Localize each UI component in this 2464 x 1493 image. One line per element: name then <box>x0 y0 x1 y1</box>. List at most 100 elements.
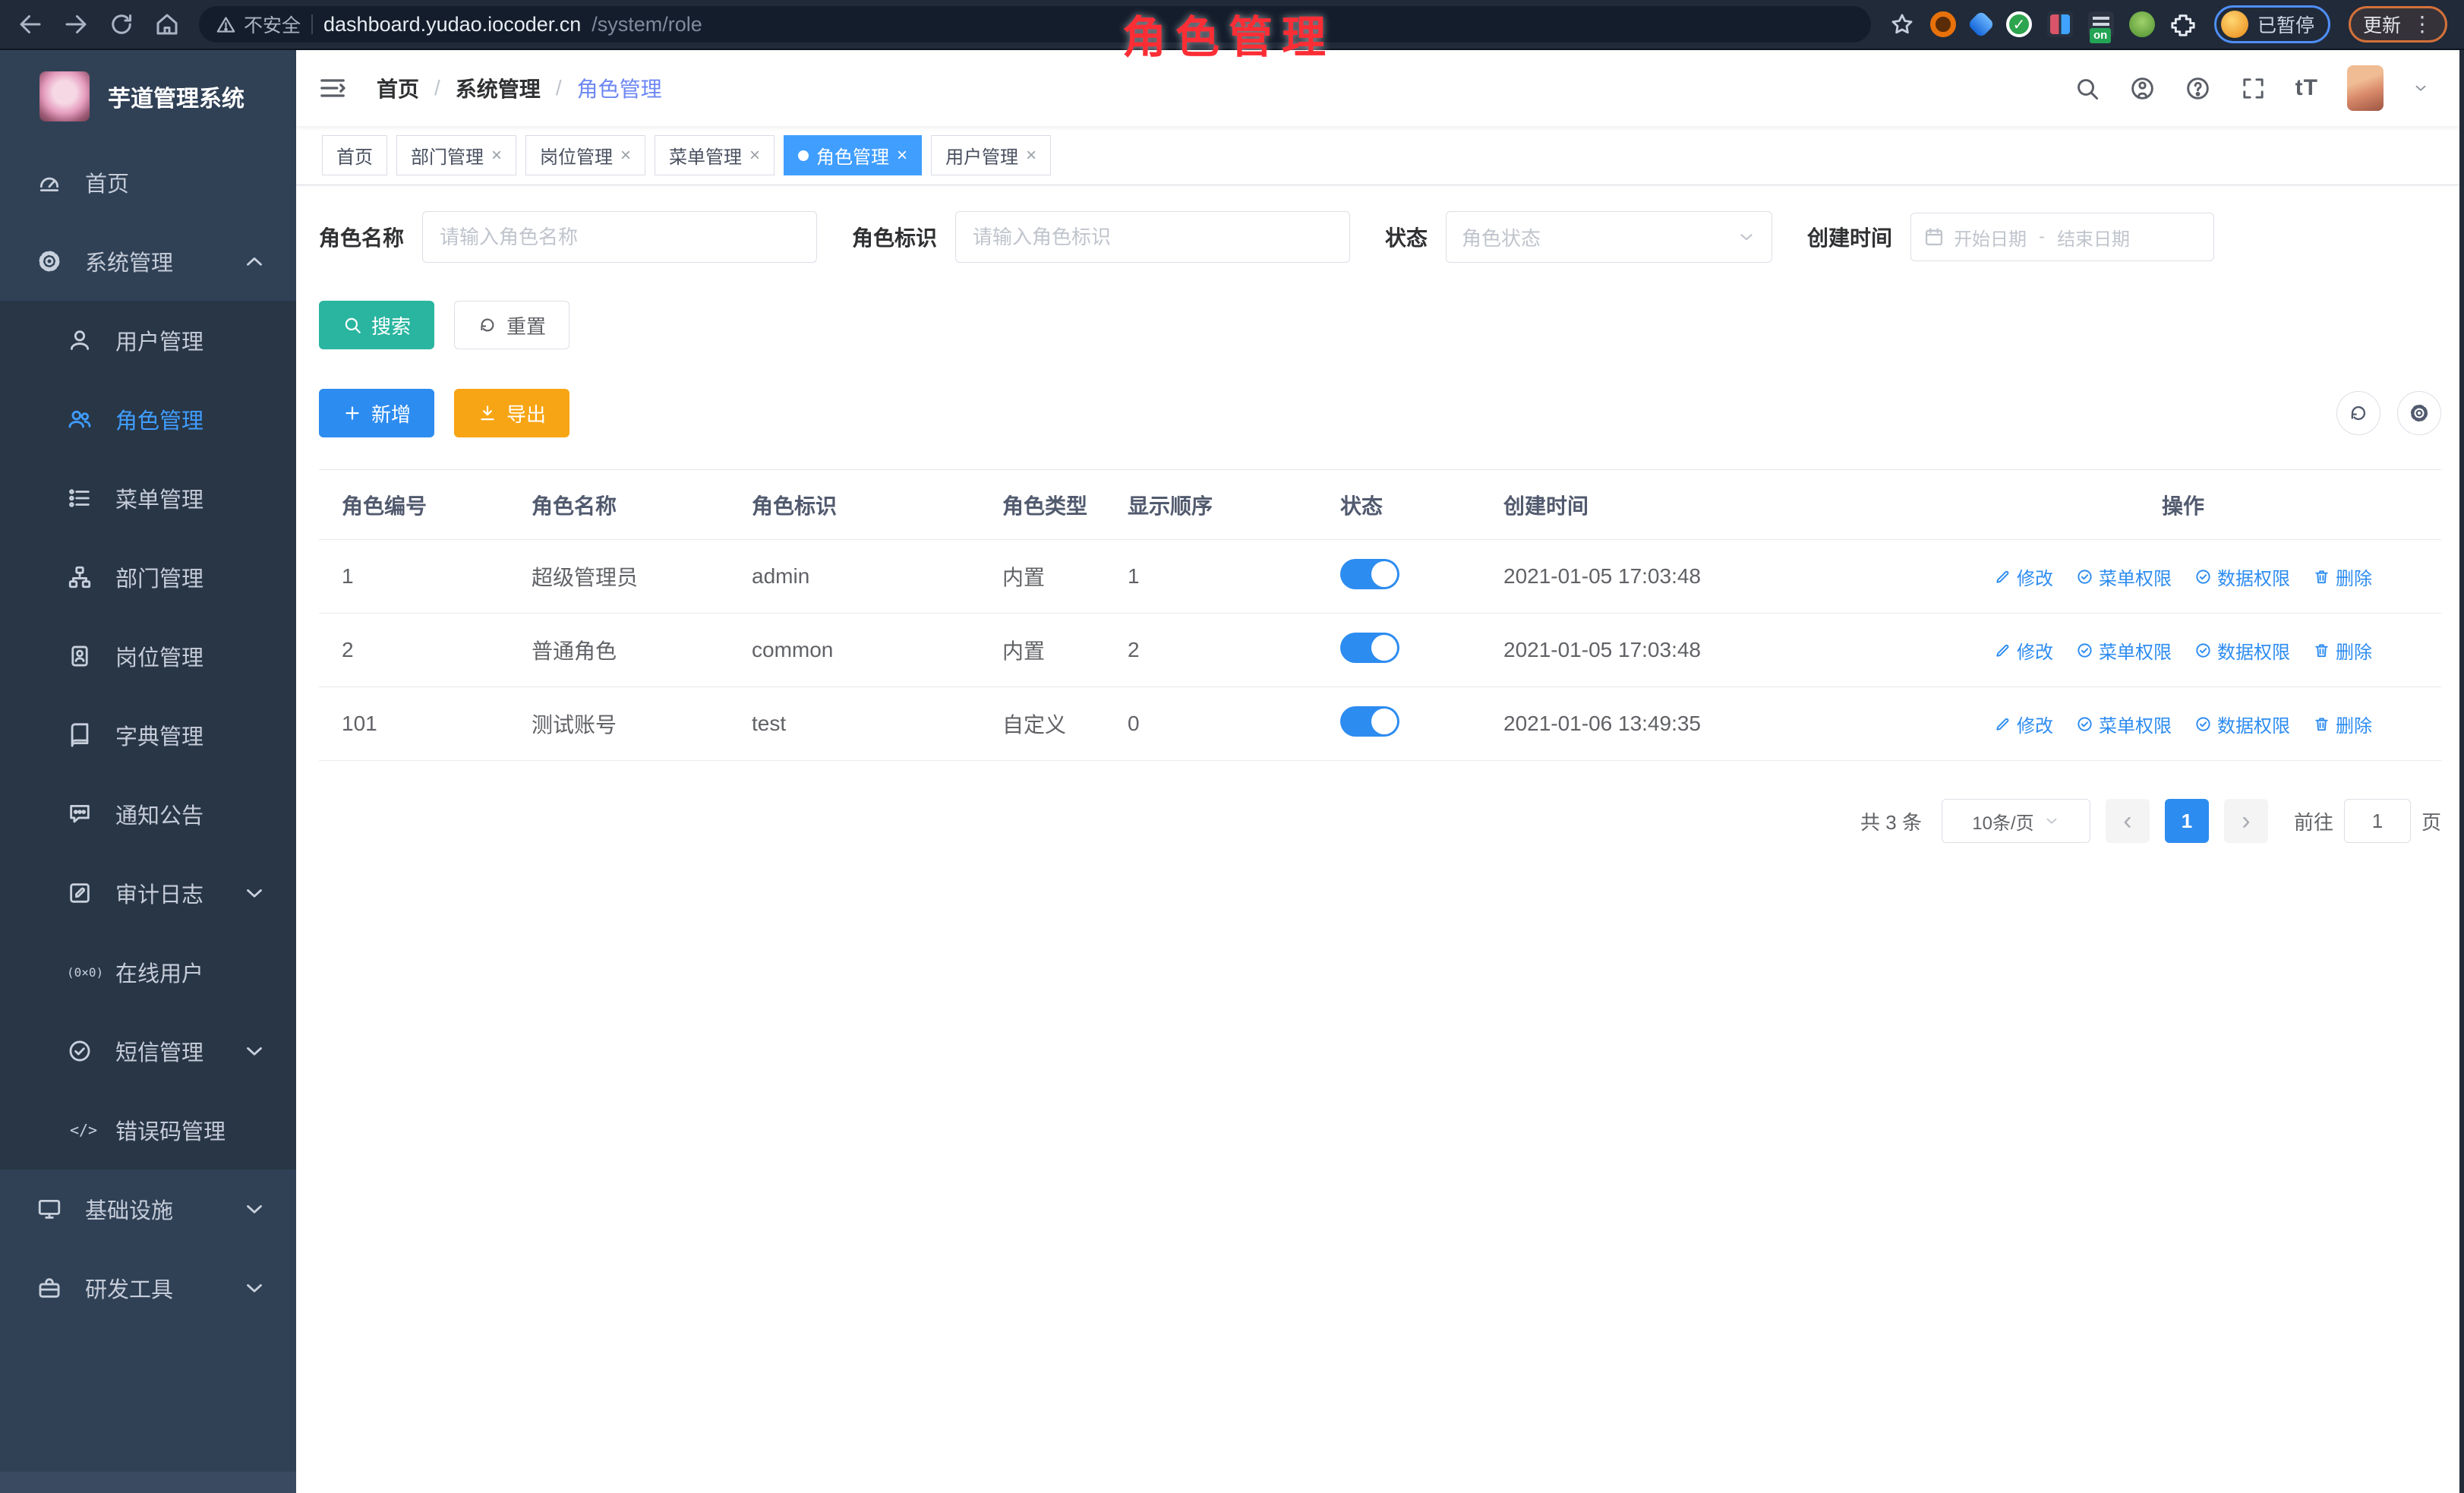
status-toggle[interactable] <box>1340 559 1399 589</box>
trash-icon <box>2313 568 2330 586</box>
edit-link[interactable]: 修改 <box>1994 637 2053 664</box>
tab-user[interactable]: 用户管理 × <box>931 135 1051 175</box>
close-icon[interactable]: × <box>1026 147 1036 165</box>
menu-permission-link[interactable]: 菜单权限 <box>2076 563 2172 590</box>
tab-department[interactable]: 部门管理 × <box>396 135 516 175</box>
browser-menu-icon[interactable]: ⋮ <box>2412 14 2433 35</box>
reset-button[interactable]: 重置 <box>454 301 569 349</box>
github-icon[interactable] <box>2129 75 2156 102</box>
prev-page-button[interactable]: ‹ <box>2106 799 2150 843</box>
help-icon[interactable] <box>2185 75 2211 102</box>
delete-link[interactable]: 删除 <box>2313 711 2372 737</box>
browser-forward-icon[interactable] <box>62 11 90 38</box>
extension-icon[interactable]: ✓ <box>2006 11 2032 37</box>
next-page-button[interactable]: › <box>2224 799 2268 843</box>
chevron-down-icon <box>241 880 267 906</box>
delete-link[interactable]: 删除 <box>2313 637 2372 664</box>
sidebar-item-devtools[interactable]: 研发工具 <box>0 1248 296 1327</box>
sidebar-item-infrastructure[interactable]: 基础设施 <box>0 1169 296 1248</box>
close-icon[interactable]: × <box>897 147 907 165</box>
pencil-icon <box>1994 642 2011 659</box>
sidebar-item-dictionary-management[interactable]: 字典管理 <box>0 696 296 775</box>
bookmark-star-icon[interactable] <box>1889 11 1915 37</box>
top-navbar: 首页 / 系统管理 / 角色管理 tT <box>296 50 2464 126</box>
browser-update-button[interactable]: 更新 ⋮ <box>2349 6 2447 43</box>
breadcrumb-system[interactable]: 系统管理 <box>456 73 541 103</box>
sidebar-item-announcement[interactable]: 通知公告 <box>0 775 296 854</box>
tab-post[interactable]: 岗位管理 × <box>525 135 645 175</box>
sidebar-item-role-management[interactable]: 角色管理 <box>0 380 296 459</box>
sidebar-item-audit-log[interactable]: 审计日志 <box>0 854 296 933</box>
data-permission-link[interactable]: 数据权限 <box>2194 563 2290 590</box>
column-header: 状态 <box>1317 490 1481 520</box>
data-permission-link[interactable]: 数据权限 <box>2194 711 2290 737</box>
fullscreen-icon[interactable] <box>2240 75 2267 102</box>
address-bar[interactable]: 不安全 dashboard.yudao.iocoder.cn /system/r… <box>199 6 1871 43</box>
role-name-input[interactable] <box>422 211 817 263</box>
edit-link[interactable]: 修改 <box>1994 711 2053 737</box>
breadcrumb-separator: / <box>434 76 440 100</box>
browser-back-icon[interactable] <box>17 11 44 38</box>
page-size-select[interactable]: 10条/页 <box>1942 799 2090 843</box>
security-warning[interactable]: 不安全 <box>216 11 301 38</box>
search-button[interactable]: 搜索 <box>319 301 434 349</box>
address-divider <box>311 14 313 34</box>
tab-label: 部门管理 <box>411 142 484 169</box>
chevron-down-icon[interactable] <box>2412 80 2429 96</box>
sidebar-logo[interactable]: 芋道管理系统 <box>0 50 296 143</box>
edit-link[interactable]: 修改 <box>1994 563 2053 590</box>
date-range-picker[interactable]: 开始日期 - 结束日期 <box>1910 213 2214 261</box>
column-settings-button[interactable] <box>2397 391 2441 435</box>
sidebar-item-system-management[interactable]: 系统管理 <box>0 222 296 301</box>
circle-check-icon <box>2076 642 2093 659</box>
extension-icon[interactable] <box>1930 11 1956 37</box>
page-1-button[interactable]: 1 <box>2165 799 2209 843</box>
add-button[interactable]: 新增 <box>319 389 434 437</box>
tab-label: 首页 <box>336 142 373 169</box>
delete-link[interactable]: 删除 <box>2313 563 2372 590</box>
refresh-table-button[interactable] <box>2336 391 2380 435</box>
extension-icon[interactable] <box>2129 11 2155 37</box>
status-select[interactable]: 角色状态 <box>1446 211 1772 263</box>
data-permission-link[interactable]: 数据权限 <box>2194 637 2290 664</box>
close-icon[interactable]: × <box>749 147 760 165</box>
hamburger-icon[interactable] <box>317 73 348 103</box>
tab-menu[interactable]: 菜单管理 × <box>655 135 775 175</box>
status-toggle[interactable] <box>1340 706 1399 737</box>
warning-icon <box>216 14 236 35</box>
sidebar-item-online-users[interactable]: (0×0) 在线用户 <box>0 933 296 1012</box>
browser-profile-chip[interactable]: 已暂停 <box>2214 5 2330 43</box>
sidebar-item-post-management[interactable]: 岗位管理 <box>0 617 296 696</box>
breadcrumb-home[interactable]: 首页 <box>377 73 419 103</box>
sidebar-item-department-management[interactable]: 部门管理 <box>0 538 296 617</box>
sidebar-item-user-management[interactable]: 用户管理 <box>0 301 296 380</box>
extension-icon[interactable]: on <box>2088 11 2114 37</box>
main-area: 首页 / 系统管理 / 角色管理 tT 首页 部门管理 <box>296 50 2464 1493</box>
circle-check-icon <box>2076 568 2093 586</box>
tab-role-active[interactable]: 角色管理 × <box>784 135 922 175</box>
export-button[interactable]: 导出 <box>454 389 569 437</box>
extensions-puzzle-icon[interactable] <box>2170 11 2196 37</box>
close-icon[interactable]: × <box>491 147 502 165</box>
extension-icon[interactable] <box>2047 11 2073 37</box>
font-size-icon[interactable]: tT <box>2295 75 2318 101</box>
extension-icon[interactable] <box>1967 11 1995 39</box>
sidebar-item-menu-management[interactable]: 菜单管理 <box>0 459 296 538</box>
status-toggle[interactable] <box>1340 633 1399 663</box>
browser-extensions-tray: ✓ on <box>1889 11 2196 37</box>
role-key-input[interactable] <box>955 211 1350 263</box>
user-avatar[interactable] <box>2347 65 2384 111</box>
search-icon[interactable] <box>2074 75 2100 102</box>
menu-permission-link[interactable]: 菜单权限 <box>2076 637 2172 664</box>
cell-role-id: 101 <box>319 712 509 736</box>
menu-permission-link[interactable]: 菜单权限 <box>2076 711 2172 737</box>
goto-page-input[interactable] <box>2344 799 2411 843</box>
sidebar-item-sms-management[interactable]: 短信管理 <box>0 1012 296 1091</box>
tab-home[interactable]: 首页 <box>322 135 387 175</box>
browser-home-icon[interactable] <box>153 11 181 38</box>
sidebar-item-error-code-management[interactable]: </> 错误码管理 <box>0 1091 296 1169</box>
sidebar-item-home[interactable]: 首页 <box>0 143 296 222</box>
browser-reload-icon[interactable] <box>108 11 135 38</box>
chevron-down-icon <box>241 1196 267 1222</box>
close-icon[interactable]: × <box>620 147 631 165</box>
